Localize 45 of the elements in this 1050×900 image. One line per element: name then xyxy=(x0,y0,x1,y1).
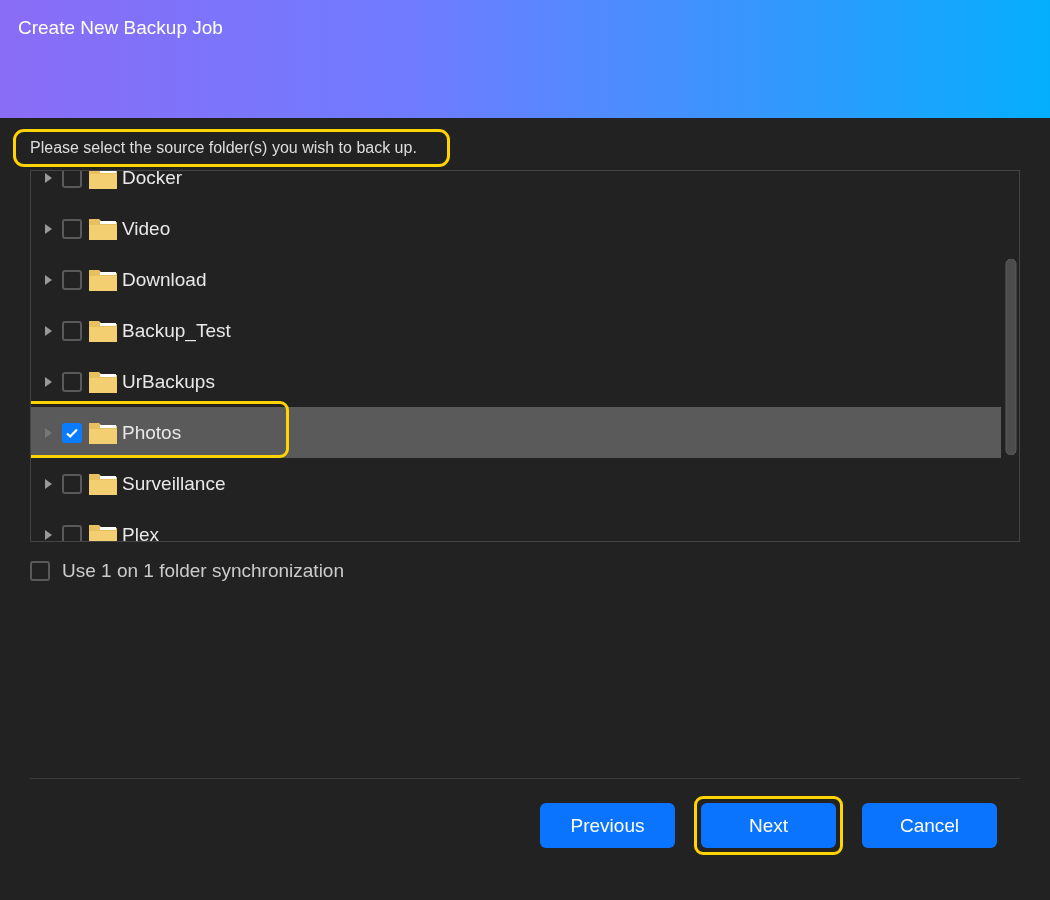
folder-name: Video xyxy=(122,217,171,240)
folder-name: Download xyxy=(122,268,207,291)
folder-icon xyxy=(88,369,118,394)
folder-icon xyxy=(88,216,118,241)
folder-row[interactable]: Surveillance xyxy=(31,458,1001,509)
expand-caret-icon[interactable] xyxy=(45,223,52,234)
folder-icon xyxy=(88,171,118,190)
folder-checkbox[interactable] xyxy=(62,171,82,188)
folder-name: Photos xyxy=(122,421,182,444)
sync-option-label: Use 1 on 1 folder synchronization xyxy=(62,560,344,582)
expand-caret-icon[interactable] xyxy=(45,478,52,489)
folder-checkbox[interactable] xyxy=(62,371,82,392)
expand-caret-icon[interactable] xyxy=(45,529,52,540)
folder-name: Plex xyxy=(122,523,159,541)
folder-icon xyxy=(88,522,118,541)
window-title: Create New Backup Job xyxy=(18,17,223,38)
folder-checkbox[interactable] xyxy=(62,269,82,290)
folder-name: UrBackups xyxy=(122,370,215,393)
folder-checkbox[interactable] xyxy=(62,524,82,541)
scrollbar-thumb[interactable] xyxy=(1004,259,1018,455)
expand-caret-icon[interactable] xyxy=(45,274,52,285)
folder-icon xyxy=(88,267,118,292)
folder-row[interactable]: Backup_Test xyxy=(31,305,1001,356)
folder-row[interactable]: Video xyxy=(31,203,1001,254)
folder-row[interactable]: Photos xyxy=(31,407,1001,458)
expand-caret-icon[interactable] xyxy=(45,172,52,183)
folder-icon xyxy=(88,318,118,343)
folder-row[interactable]: Download xyxy=(31,254,1001,305)
dialog-button[interactable]: Previous xyxy=(540,803,675,848)
expand-caret-icon[interactable] xyxy=(45,376,52,387)
folder-name: Surveillance xyxy=(122,472,226,495)
folder-row[interactable]: Plex xyxy=(31,509,1001,541)
folder-checkbox[interactable] xyxy=(62,218,82,239)
folder-checkbox[interactable] xyxy=(62,320,82,341)
instruction-text: Please select the source folder(s) you wish to back up. xyxy=(16,132,447,164)
folder-checkbox[interactable] xyxy=(62,422,82,443)
folder-icon xyxy=(88,420,118,445)
folder-row[interactable]: UrBackups xyxy=(31,356,1001,407)
expand-caret-icon[interactable] xyxy=(45,325,52,336)
folder-name: Backup_Test xyxy=(122,319,231,342)
folder-checkbox[interactable] xyxy=(62,473,82,494)
sync-checkbox[interactable] xyxy=(30,561,50,581)
dialog-button[interactable]: Cancel xyxy=(862,803,997,848)
dialog-button[interactable]: Next xyxy=(701,803,836,848)
folder-icon xyxy=(88,471,118,496)
